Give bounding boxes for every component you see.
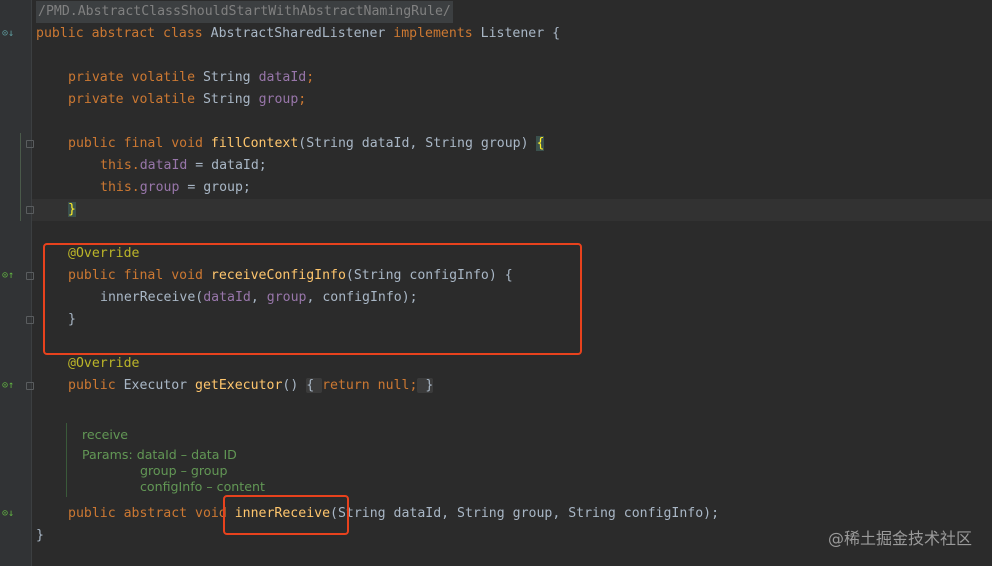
editor-gutter [0, 0, 31, 566]
gutter-separator [31, 0, 32, 566]
javadoc-title: receive [82, 427, 129, 442]
javadoc-param: Params: dataId – data ID [82, 447, 237, 462]
javadoc-block: receive Params: dataId – data ID group –… [66, 423, 367, 497]
field-group[interactable]: private volatile String group; [68, 89, 306, 111]
override-annotation[interactable]: @Override [68, 353, 139, 375]
implemented-interface-icon[interactable]: ⊙↓ [2, 28, 14, 40]
method-innerReceive[interactable]: public abstract void innerReceive(String… [68, 503, 719, 525]
field-dataId[interactable]: private volatile String dataId; [68, 67, 314, 89]
method-getExecutor[interactable]: public Executor getExecutor() { return n… [68, 375, 434, 397]
assign-dataId[interactable]: this.dataId = dataId; [100, 155, 267, 177]
class-declaration[interactable]: public abstract class AbstractSharedList… [36, 23, 560, 45]
override-method-icon[interactable]: ⊙↑ [2, 380, 14, 392]
highlight-box-innerReceive [223, 495, 349, 535]
implemented-method-icon[interactable]: ⊙↓ [2, 508, 14, 520]
javadoc-param: group – group [140, 463, 228, 478]
watermark: @稀土掘金技术社区 [827, 529, 972, 548]
method-fillContext[interactable]: public final void fillContext(String dat… [68, 133, 545, 155]
assign-group[interactable]: this.group = group; [100, 177, 251, 199]
fold-marker-icon[interactable] [26, 206, 34, 214]
fold-marker-icon[interactable] [26, 140, 34, 148]
fold-marker-icon[interactable] [26, 382, 34, 390]
change-marker [20, 133, 21, 221]
highlight-box-receiveConfigInfo [43, 243, 582, 355]
class-closing-brace[interactable]: } [36, 525, 44, 547]
fold-marker-icon[interactable] [26, 272, 34, 280]
current-line-highlight [32, 199, 992, 221]
fold-marker-icon[interactable] [26, 316, 34, 324]
override-method-icon[interactable]: ⊙↑ [2, 270, 14, 282]
javadoc-param: configInfo – content [140, 479, 265, 494]
closing-brace[interactable]: } [68, 199, 76, 221]
suppression-comment: /PMD.AbstractClassShouldStartWithAbstrac… [36, 1, 453, 23]
